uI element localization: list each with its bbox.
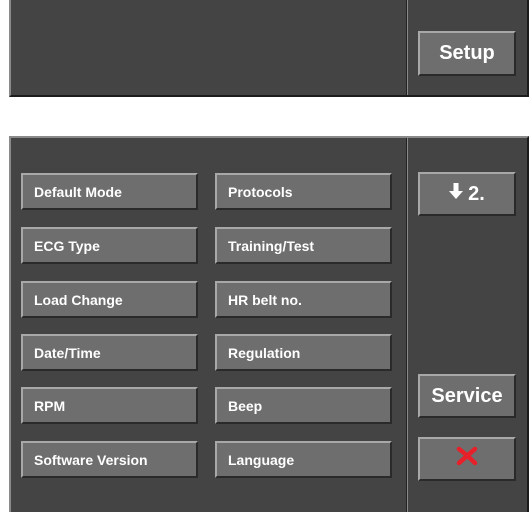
regulation-button[interactable]: Regulation xyxy=(215,334,392,371)
ecg-type-button[interactable]: ECG Type xyxy=(21,227,198,264)
language-button[interactable]: Language xyxy=(215,441,392,478)
protocols-button[interactable]: Protocols xyxy=(215,173,392,210)
software-version-button[interactable]: Software Version xyxy=(21,441,198,478)
page-down-button[interactable]: 2. xyxy=(418,172,516,216)
setup-button[interactable]: Setup xyxy=(418,31,516,76)
menu-divider xyxy=(406,138,408,512)
header-divider xyxy=(406,0,408,95)
rpm-button[interactable]: RPM xyxy=(21,387,198,424)
close-icon xyxy=(456,446,478,472)
service-button[interactable]: Service xyxy=(418,374,516,418)
arrow-down-icon xyxy=(449,182,464,206)
beep-button[interactable]: Beep xyxy=(215,387,392,424)
hr-belt-button[interactable]: HR belt no. xyxy=(215,281,392,318)
default-mode-button[interactable]: Default Mode xyxy=(21,173,198,210)
training-test-button[interactable]: Training/Test xyxy=(215,227,392,264)
page-label: 2. xyxy=(468,182,485,205)
close-button[interactable] xyxy=(418,437,516,481)
load-change-button[interactable]: Load Change xyxy=(21,281,198,318)
date-time-button[interactable]: Date/Time xyxy=(21,334,198,371)
